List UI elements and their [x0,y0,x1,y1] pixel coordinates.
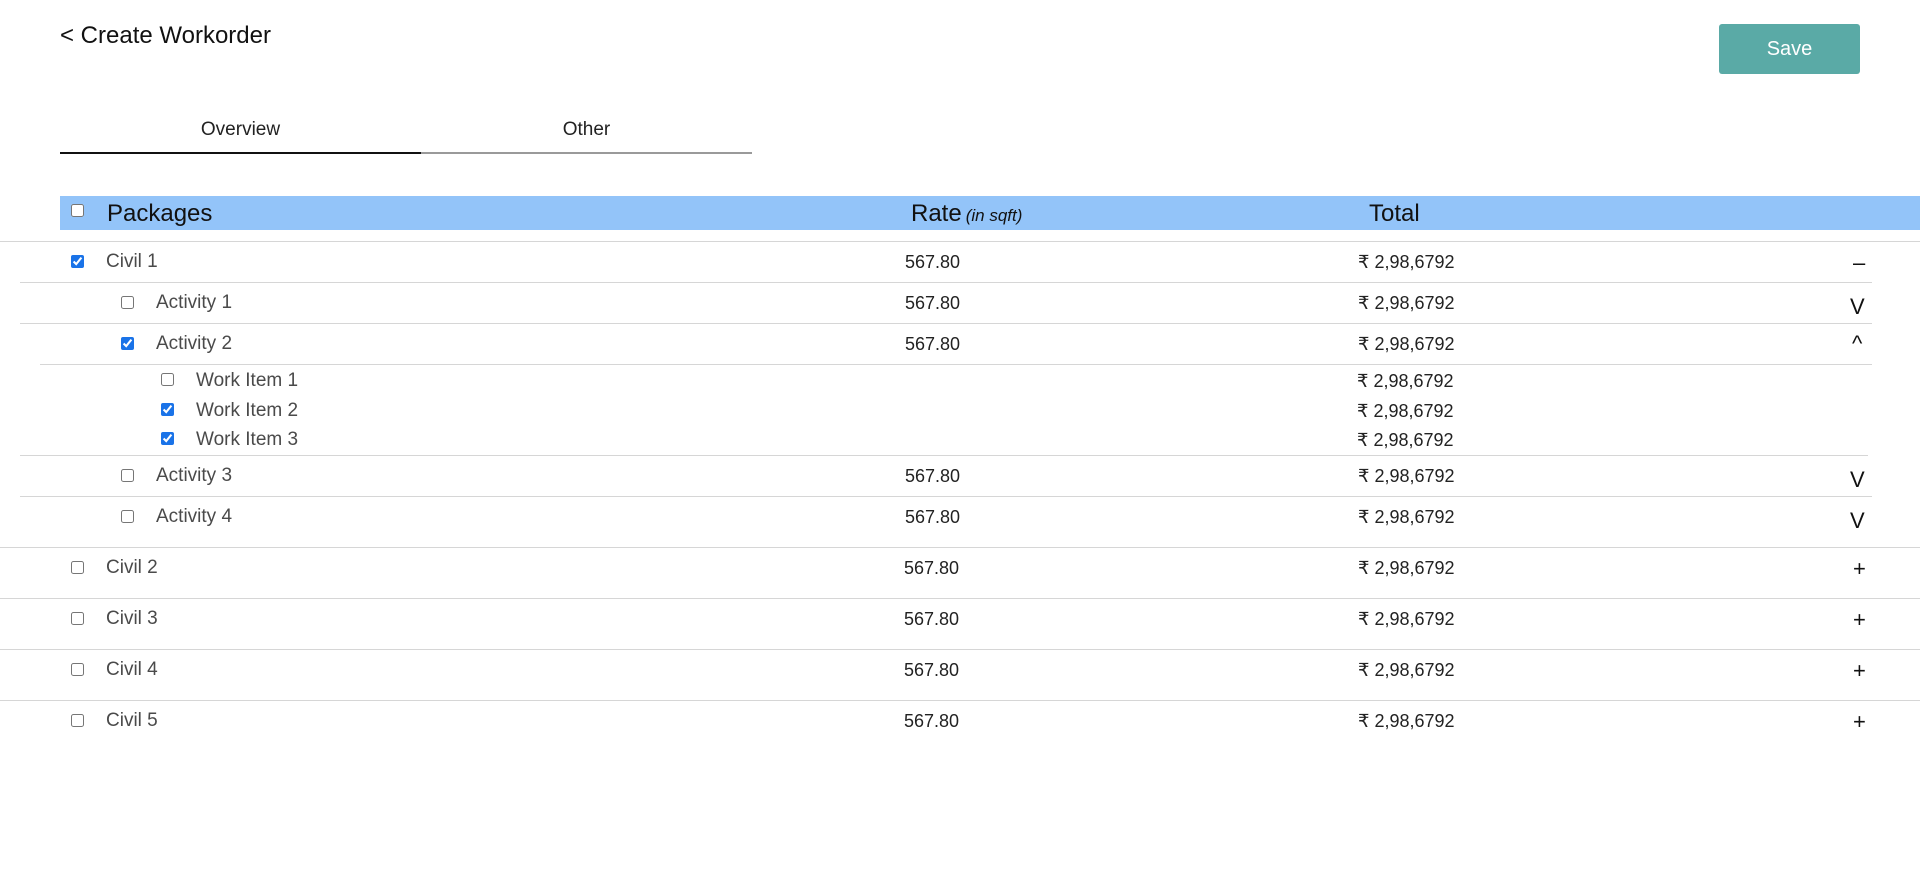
expand-package-civil-2-button[interactable]: + [1853,558,1866,580]
package-checkbox-civil-5[interactable] [71,714,84,727]
package-total-civil-2: ₹ 2,98,6792 [1358,558,1455,578]
tab-other[interactable]: Other [421,110,752,154]
work-item-label-3: Work Item 3 [196,429,299,450]
work-item-checkbox-2[interactable] [161,403,174,416]
row-divider [0,241,1920,242]
package-rate-civil-1: 567.80 [905,252,961,272]
activity-rate-4: 567.80 [905,507,961,527]
expand-package-civil-5-button[interactable]: + [1853,711,1866,733]
work-item-checkbox-3[interactable] [161,432,174,445]
package-rate-civil-3: 567.80 [904,609,960,629]
package-checkbox-civil-4[interactable] [71,663,84,676]
package-label-civil-1: Civil 1 [106,251,158,272]
activity-checkbox-2[interactable] [121,337,134,350]
activity-checkbox-3[interactable] [121,469,134,482]
package-label-civil-5: Civil 5 [106,710,158,731]
expand-package-civil-3-button[interactable]: + [1853,609,1866,631]
activity-total-1: ₹ 2,98,6792 [1358,293,1455,313]
package-checkbox-civil-2[interactable] [71,561,84,574]
expand-activity-3-icon[interactable]: V [1850,469,1865,491]
collapse-activity-2-icon[interactable]: ^ [1852,333,1862,355]
expand-package-civil-4-button[interactable]: + [1853,660,1866,682]
work-item-checkbox-1[interactable] [161,373,174,386]
row-divider [20,496,1872,497]
package-total-civil-3: ₹ 2,98,6792 [1358,609,1455,629]
activity-total-3: ₹ 2,98,6792 [1358,466,1455,486]
expand-activity-4-icon[interactable]: V [1850,510,1865,532]
activity-label-3: Activity 3 [156,465,233,486]
row-divider [0,547,1920,548]
row-divider [0,700,1920,701]
expand-activity-1-icon[interactable]: V [1850,296,1865,318]
work-item-total-1: ₹ 2,98,6792 [1357,371,1454,391]
row-divider [40,364,1872,365]
row-divider [0,598,1920,599]
package-checkbox-civil-3[interactable] [71,612,84,625]
activity-label-4: Activity 4 [156,506,233,527]
back-link-title[interactable]: < Create Workorder [60,22,271,50]
package-total-civil-5: ₹ 2,98,6792 [1358,711,1455,731]
row-divider [20,323,1872,324]
activity-label-2: Activity 2 [156,333,233,354]
package-checkbox-civil-1[interactable] [71,255,84,268]
activity-label-1: Activity 1 [156,292,233,313]
package-rate-civil-5: 567.80 [904,711,960,731]
package-rate-civil-2: 567.80 [904,558,960,578]
collapse-package-civil-1-button[interactable]: – [1853,252,1865,274]
rate-unit-label: (in sqft) [965,206,1023,225]
activity-total-2: ₹ 2,98,6792 [1358,334,1455,354]
package-total-civil-4: ₹ 2,98,6792 [1358,660,1455,680]
tab-bar: Overview Other [60,110,752,156]
column-header-packages: Packages [107,200,213,227]
package-label-civil-2: Civil 2 [106,557,158,578]
work-item-label-1: Work Item 1 [196,370,299,391]
row-divider [20,282,1872,283]
select-all-checkbox[interactable] [71,204,84,217]
table-header: Packages Rate (in sqft) Total [60,196,1920,230]
row-divider [0,649,1920,650]
activity-total-4: ₹ 2,98,6792 [1358,507,1455,527]
activity-checkbox-1[interactable] [121,296,134,309]
row-divider [20,455,1868,456]
package-rate-civil-4: 567.80 [904,660,960,680]
package-total-civil-1: ₹ 2,98,6792 [1358,252,1455,272]
column-header-rate: Rate (in sqft) [911,200,1023,227]
activity-rate-3: 567.80 [905,466,961,486]
package-label-civil-3: Civil 3 [106,608,158,629]
save-button[interactable]: Save [1719,24,1860,74]
tab-overview[interactable]: Overview [60,110,421,154]
package-label-civil-4: Civil 4 [106,659,158,680]
work-item-total-2: ₹ 2,98,6792 [1357,401,1454,421]
work-item-label-2: Work Item 2 [196,400,299,421]
activity-checkbox-4[interactable] [121,510,134,523]
activity-rate-2: 567.80 [905,334,961,354]
work-item-total-3: ₹ 2,98,6792 [1357,430,1454,450]
column-header-total: Total [1369,200,1420,227]
activity-rate-1: 567.80 [905,293,961,313]
